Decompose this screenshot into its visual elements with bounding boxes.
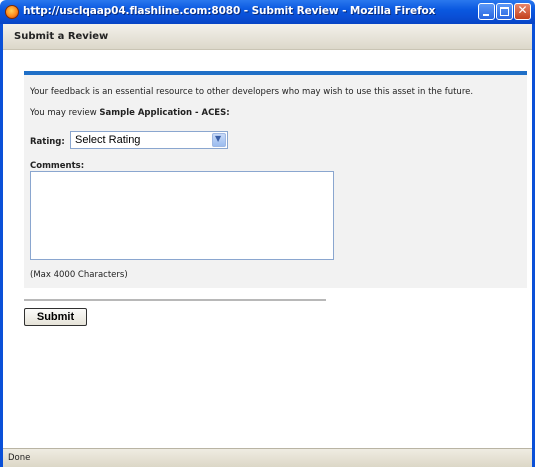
page-header: Submit a Review: [3, 24, 532, 50]
minimize-icon: [483, 14, 489, 16]
review-target-text: You may review Sample Application - ACES…: [30, 108, 230, 118]
window-titlebar[interactable]: http://usclqaap04.flashline.com:8080 - S…: [0, 0, 535, 24]
rating-label: Rating:: [30, 137, 65, 147]
accent-divider: [24, 71, 527, 75]
firefox-icon: [5, 5, 19, 19]
intro-text: Your feedback is an essential resource t…: [30, 87, 474, 97]
page-title: Submit a Review: [14, 31, 109, 42]
max-characters-note: (Max 4000 Characters): [30, 270, 128, 280]
window-title: http://usclqaap04.flashline.com:8080 - S…: [23, 5, 436, 17]
status-bar: Done: [3, 448, 532, 467]
close-icon: ✕: [517, 3, 528, 17]
maximize-icon: [500, 7, 509, 16]
submit-button[interactable]: Submit: [24, 308, 87, 326]
status-text: Done: [8, 453, 31, 463]
review-target-prefix: You may review: [30, 108, 100, 118]
comments-textarea[interactable]: [30, 171, 334, 260]
form-separator: [24, 299, 326, 301]
maximize-button[interactable]: [496, 3, 513, 20]
dropdown-button[interactable]: ▼: [212, 133, 226, 147]
comments-label: Comments:: [30, 161, 85, 171]
minimize-button[interactable]: [478, 3, 495, 20]
chevron-down-icon: ▼: [215, 134, 222, 143]
rating-select[interactable]: Select Rating ▼: [70, 131, 228, 149]
close-button[interactable]: ✕: [514, 3, 531, 20]
rating-selected-value: Select Rating: [75, 134, 141, 146]
window-frame-left: [0, 24, 3, 467]
asset-name: Sample Application - ACES:: [99, 108, 230, 118]
